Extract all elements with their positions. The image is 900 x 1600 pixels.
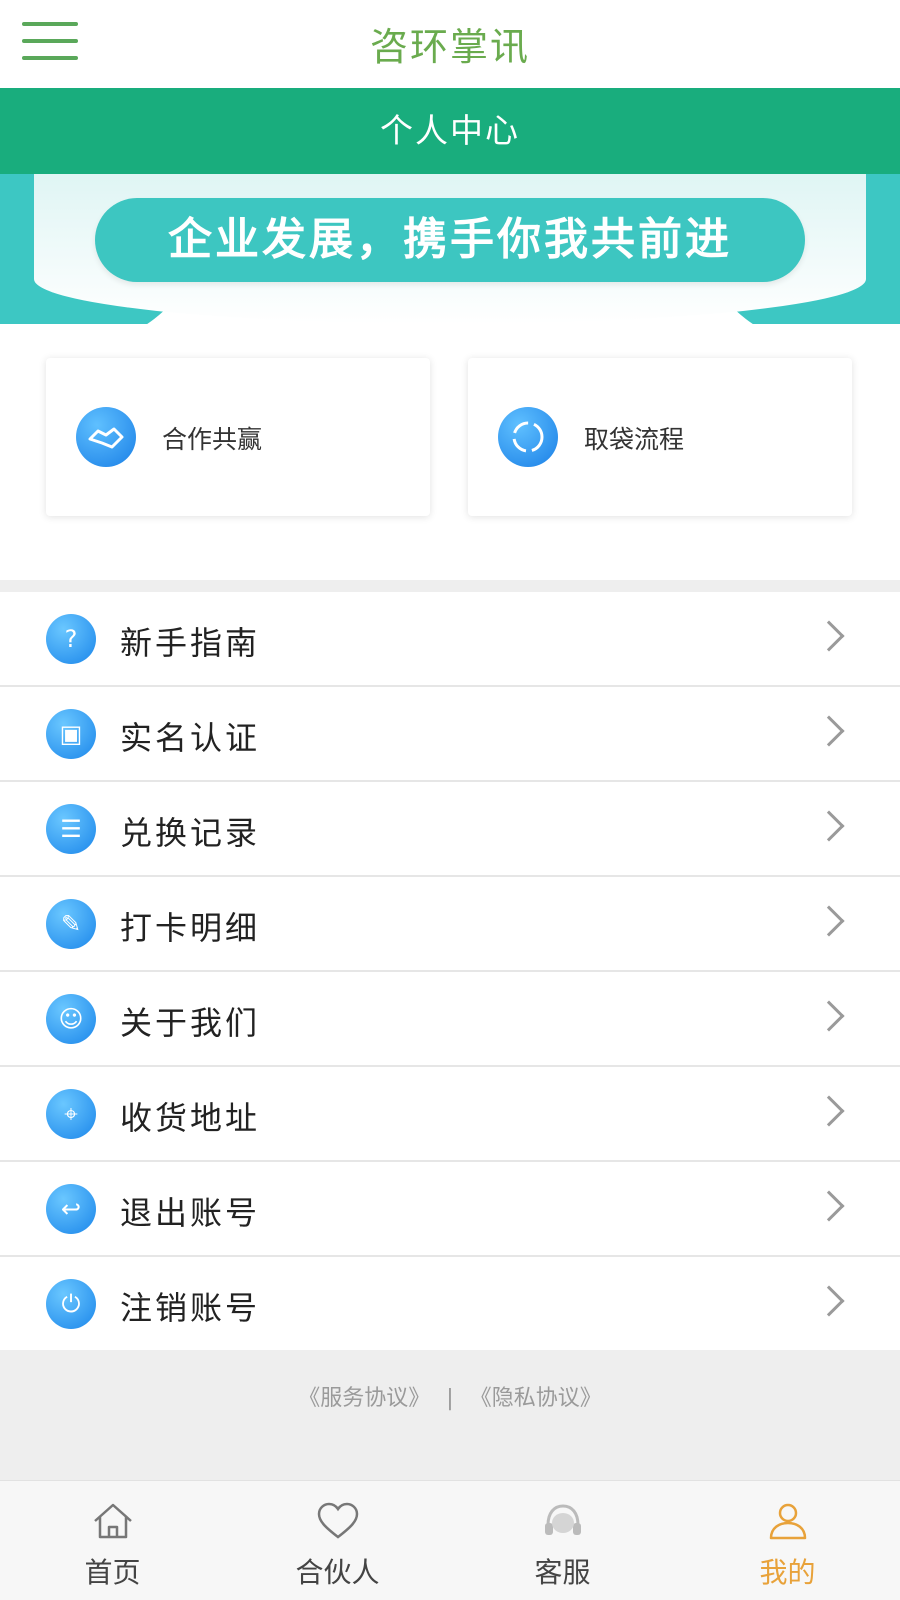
heart-icon [317,1502,358,1539]
footer: 《服务协议》 | 《隐私协议》 [0,1350,900,1480]
list-item-label: 退出账号 [120,1194,261,1232]
logout-icon: ↩ [46,1184,96,1234]
list-item-address[interactable]: ⌖ 收货地址 [0,1067,900,1162]
list-item-label: 关于我们 [120,1004,261,1042]
tab-mine[interactable]: 我的 [675,1481,900,1600]
checkin-icon: ✎ [46,899,96,949]
list-item-label: 实名认证 [120,719,261,757]
app-bar: 咨环掌讯 [0,0,900,88]
chevron-right-icon [813,1000,845,1032]
list-item-verification[interactable]: ▣ 实名认证 [0,687,900,782]
chevron-right-icon [813,1190,845,1222]
location-pin-icon: ⌖ [46,1089,96,1139]
list-item-checkin-details[interactable]: ✎ 打卡明细 [0,877,900,972]
list-item-about[interactable]: ☺ 关于我们 [0,972,900,1067]
page-title: 个人中心 [0,88,900,174]
chevron-right-icon [813,905,845,937]
chevron-right-icon [813,810,845,842]
card-bag-process[interactable]: 取袋流程 [468,358,852,516]
list-item-label: 兑换记录 [120,814,261,852]
settings-list: ? 新手指南 ▣ 实名认证 ☰ 兑换记录 ✎ 打卡明细 ☺ 关于我们 ⌖ 收货地… [0,592,900,1352]
promo-banner: 企业发展，携手你我共前进 [0,174,900,324]
list-item-label: 打卡明细 [120,909,261,947]
tab-label: 我的 [759,1556,816,1589]
id-card-icon: ▣ [46,709,96,759]
headset-icon [544,1504,581,1535]
chevron-right-icon [813,1095,845,1127]
list-item-redeem-records[interactable]: ☰ 兑换记录 [0,782,900,877]
question-chat-icon: ? [46,614,96,664]
privacy-agreement-link[interactable]: 《隐私协议》 [470,1386,602,1411]
tab-label: 合伙人 [295,1556,380,1589]
tab-customer-service[interactable]: 客服 [450,1481,675,1600]
handshake-icon [76,407,136,467]
legal-separator: | [446,1386,454,1411]
app-title: 咨环掌讯 [369,25,530,69]
card-cooperation[interactable]: 合作共赢 [46,358,430,516]
card-label: 取袋流程 [584,425,685,454]
chevron-right-icon [813,1285,845,1317]
record-list-icon: ☰ [46,804,96,854]
user-icon [769,1503,806,1540]
section-divider [0,580,900,592]
tab-home[interactable]: 首页 [0,1481,225,1600]
bottom-tab-bar: 首页 合伙人 客服 我的 [0,1480,900,1600]
service-agreement-link[interactable]: 《服务协议》 [298,1386,430,1411]
list-item-label: 新手指南 [120,624,261,662]
tab-partner[interactable]: 合伙人 [225,1481,450,1600]
card-label: 合作共赢 [162,425,263,454]
list-item-label: 收货地址 [120,1099,261,1137]
tab-label: 客服 [534,1556,591,1589]
tab-label: 首页 [84,1556,141,1589]
power-icon: ⏻ [46,1279,96,1329]
refresh-cycle-icon [498,407,558,467]
chevron-right-icon [813,715,845,747]
list-item-label: 注销账号 [120,1289,261,1327]
quick-cards: 合作共赢 取袋流程 [0,324,900,580]
about-user-icon: ☺ [46,994,96,1044]
banner-slogan: 企业发展，携手你我共前进 [95,198,805,282]
chevron-right-icon [813,620,845,652]
home-icon [93,1503,132,1539]
legal-links: 《服务协议》 | 《隐私协议》 [0,1380,900,1412]
list-item-delete-account[interactable]: ⏻ 注销账号 [0,1257,900,1352]
list-item-logout[interactable]: ↩ 退出账号 [0,1162,900,1257]
list-item-guide[interactable]: ? 新手指南 [0,592,900,687]
